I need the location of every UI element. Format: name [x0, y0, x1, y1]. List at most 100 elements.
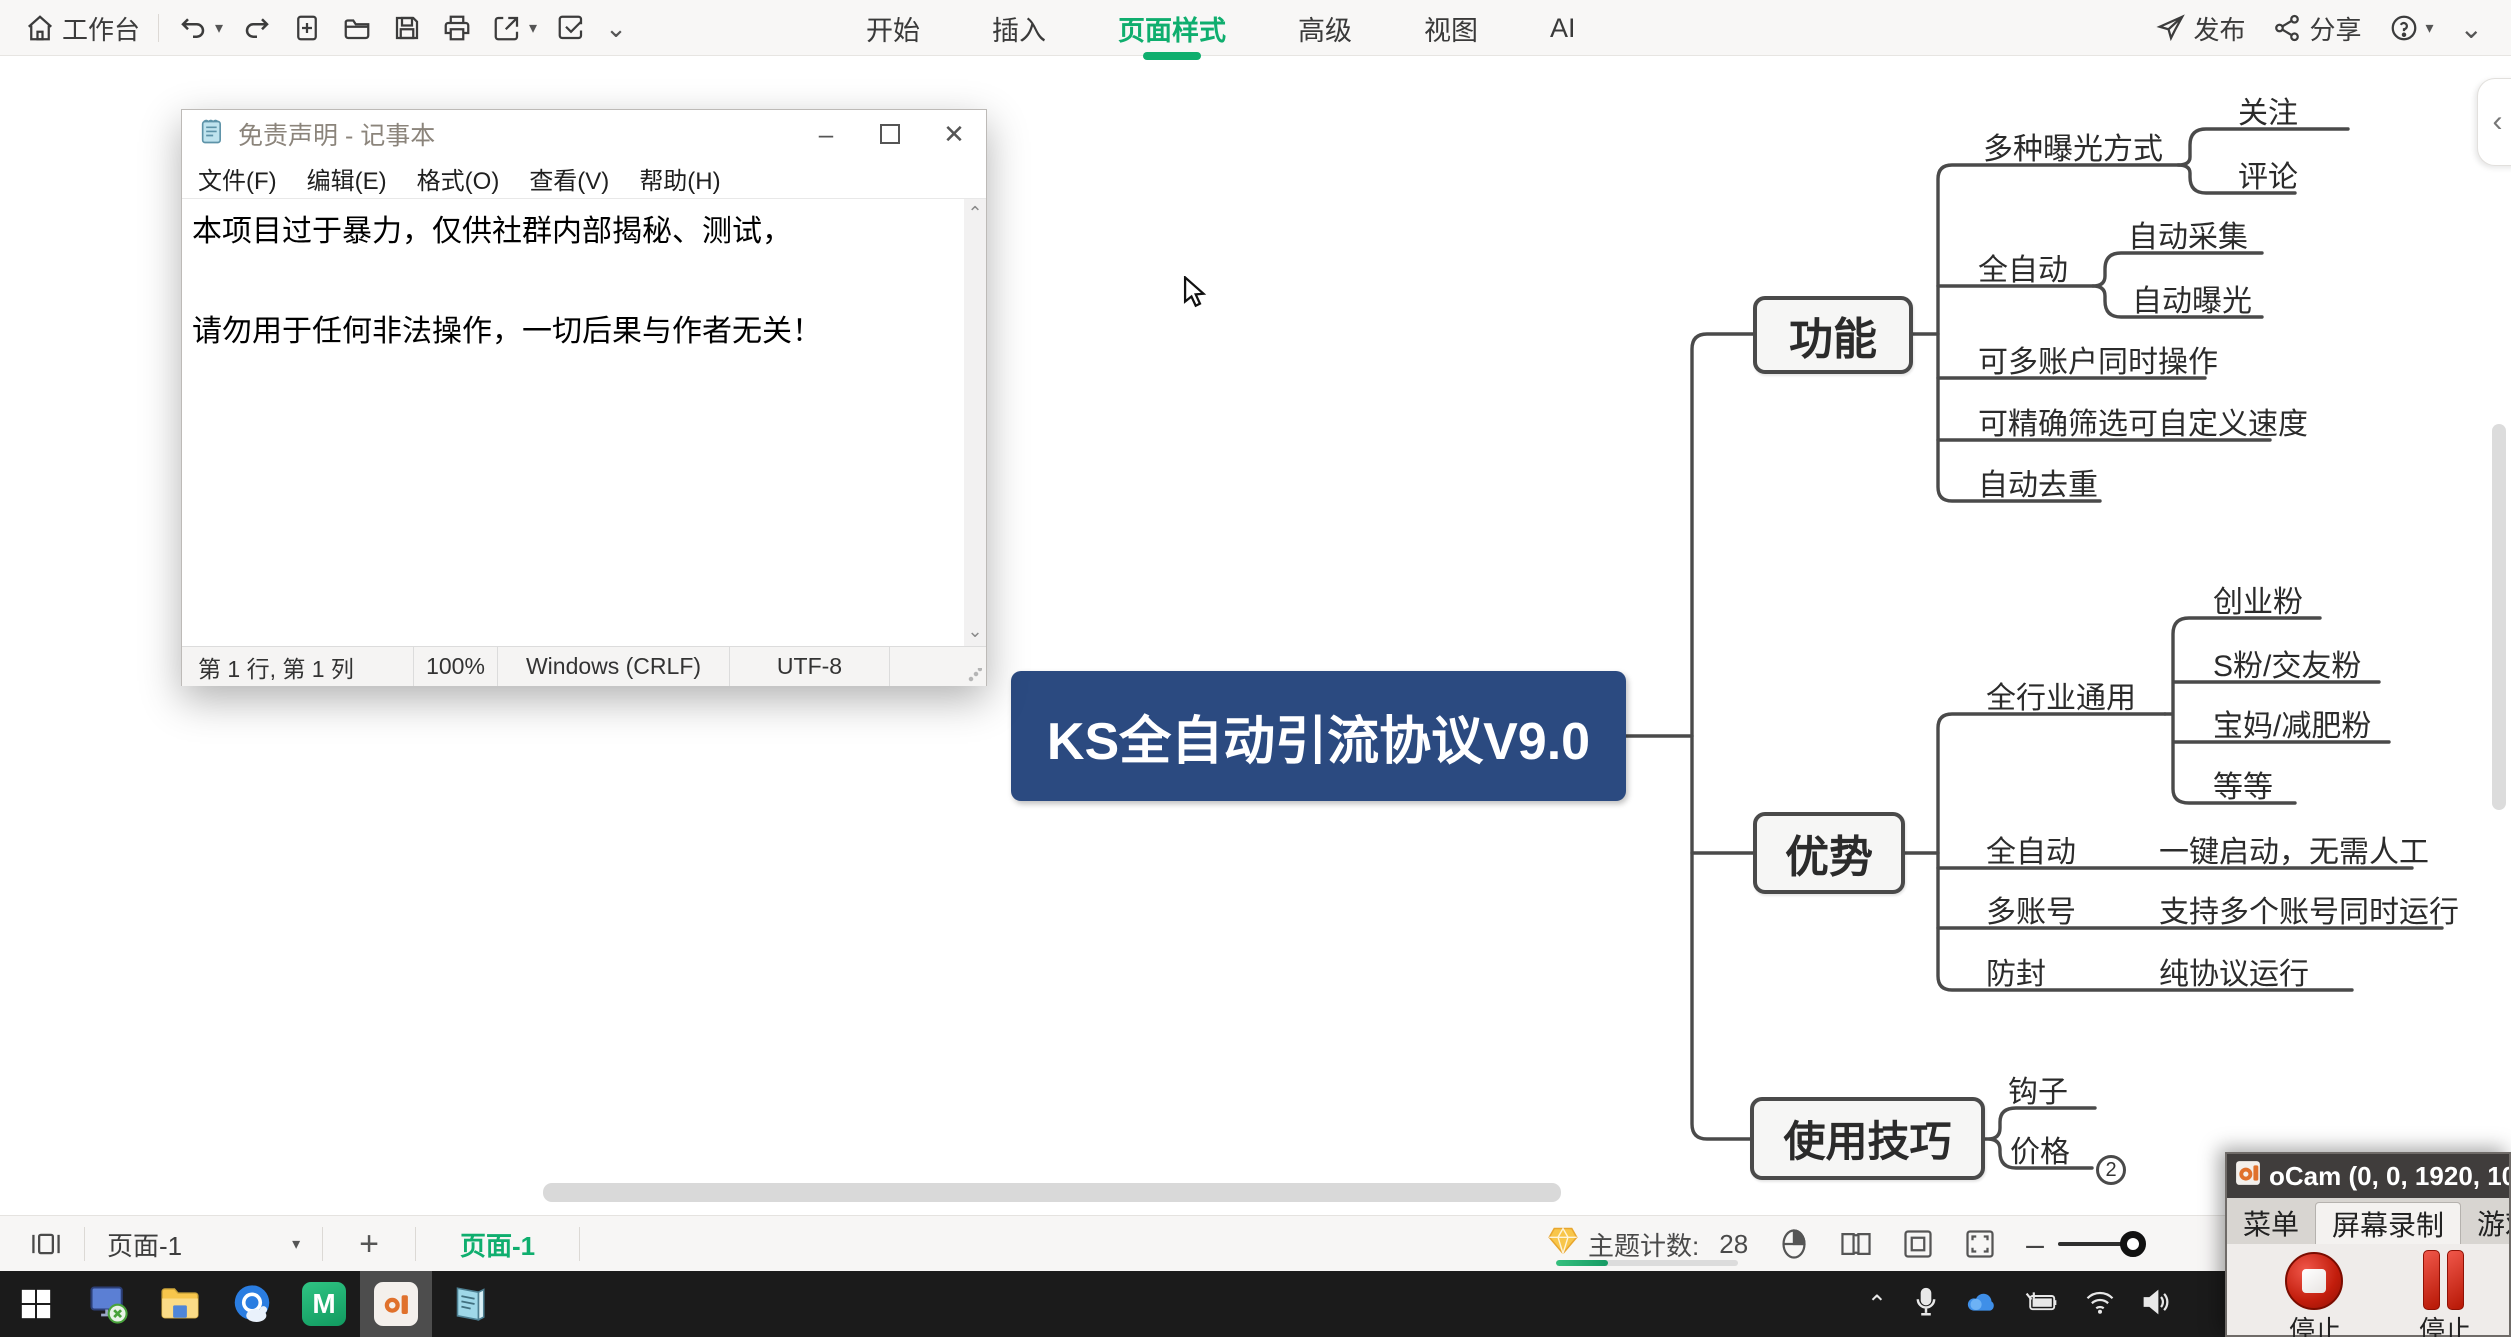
taskbar-remote-desktop-icon[interactable] — [72, 1271, 144, 1337]
mindmap-topic[interactable]: S粉/交友粉 — [2213, 641, 2361, 685]
pause-record-icon[interactable] — [2447, 1250, 2464, 1310]
ocam-tab-game[interactable]: 游戏 — [2461, 1202, 2509, 1244]
undo-caret-icon[interactable]: ▾ — [215, 18, 223, 38]
pages-overview-icon[interactable] — [30, 1228, 62, 1260]
resize-grip[interactable] — [968, 668, 982, 682]
scroll-down-icon[interactable]: ⌄ — [967, 617, 982, 646]
canvas-vertical-scrollbar[interactable] — [2492, 424, 2506, 810]
mindmap-topic[interactable]: 多账号 — [1986, 887, 2076, 931]
menu-help[interactable]: 帮助(H) — [639, 161, 720, 196]
mindmap-topic[interactable]: 可精确筛选可自定义速度 — [1978, 399, 2308, 443]
tab-ai[interactable]: AI — [1544, 5, 1582, 52]
mindmap-topic[interactable]: 价格 — [2010, 1127, 2070, 1171]
zoom-slider-knob[interactable] — [2120, 1231, 2146, 1257]
ocam-tab-screen-record[interactable]: 屏幕录制 — [2315, 1202, 2461, 1244]
mindmap-topic[interactable]: 自动曝光 — [2132, 276, 2252, 320]
active-page-tab[interactable]: 页面-1 — [438, 1226, 557, 1263]
mindmap-topic[interactable]: 自动采集 — [2128, 212, 2248, 256]
tab-advanced[interactable]: 高级 — [1292, 1, 1358, 56]
collapsed-children-badge[interactable]: 2 — [2096, 1155, 2126, 1185]
collapse-toolbar-button[interactable]: ⌄ — [2460, 12, 2483, 45]
canvas-horizontal-scrollbar[interactable] — [543, 1183, 1561, 1202]
mindmap-topic[interactable]: 全自动 — [1986, 827, 2076, 871]
mindmap-topic[interactable]: 全自动 — [1978, 245, 2068, 289]
help-button[interactable]: ▾ — [2388, 12, 2434, 44]
taskbar-notepad-icon[interactable] — [432, 1271, 504, 1337]
scroll-up-icon[interactable]: ⌃ — [967, 199, 982, 228]
add-page-button[interactable]: + — [345, 1225, 393, 1264]
menu-edit[interactable]: 编辑(E) — [307, 161, 387, 196]
mindmap-topic[interactable]: 防封 — [1986, 949, 2046, 993]
save-button[interactable] — [391, 12, 423, 44]
menu-file[interactable]: 文件(F) — [198, 161, 277, 196]
mindmap-branch-advantages[interactable]: 优势 — [1753, 812, 1905, 894]
import-check-button[interactable] — [555, 12, 587, 44]
mindmap-branch-tips[interactable]: 使用技巧 — [1750, 1097, 1985, 1180]
notepad-titlebar[interactable]: 免责声明 - 记事本 – ✕ — [182, 110, 986, 158]
battery-icon[interactable] — [2023, 1289, 2059, 1320]
export-caret-icon[interactable]: ▾ — [529, 18, 537, 38]
zoom-out-button[interactable]: – — [2026, 1226, 2044, 1263]
print-button[interactable] — [441, 12, 473, 44]
menu-format[interactable]: 格式(O) — [417, 161, 500, 196]
maximize-button[interactable] — [858, 110, 922, 158]
mindmap-topic[interactable]: 多种曝光方式 — [1983, 124, 2163, 168]
mindmap-topic[interactable]: 评论 — [2238, 152, 2298, 196]
volume-icon[interactable] — [2141, 1288, 2171, 1321]
outline-view-icon[interactable] — [1840, 1228, 1872, 1260]
tab-page-style[interactable]: 页面样式 — [1112, 1, 1232, 56]
mindmap-topic-note[interactable]: 纯协议运行 — [2159, 949, 2309, 993]
notepad-text-area[interactable]: 本项目过于暴力，仅供社群内部揭秘、测试， 请勿用于任何非法操作，一切后果与作者无… — [182, 198, 986, 646]
mindmap-topic[interactable]: 自动去重 — [1978, 460, 2098, 504]
menu-view[interactable]: 查看(V) — [529, 161, 609, 196]
notepad-scrollbar[interactable]: ⌃ ⌄ — [964, 199, 986, 646]
undo-button[interactable]: ▾ — [177, 12, 223, 44]
start-button[interactable] — [0, 1271, 72, 1337]
open-file-button[interactable] — [341, 12, 373, 44]
toolbar-more-button[interactable]: ⌄ — [605, 13, 627, 44]
panel-collapse-tab[interactable]: ‹ — [2477, 78, 2511, 166]
mindmap-topic[interactable]: 创业粉 — [2213, 577, 2303, 621]
export-button[interactable]: ▾ — [491, 12, 537, 44]
share-label: 分享 — [2309, 10, 2361, 47]
ocam-tab-menu[interactable]: 菜单 — [2227, 1202, 2315, 1244]
taskbar-browser-icon[interactable] — [216, 1271, 288, 1337]
fullscreen-icon[interactable] — [1964, 1228, 1996, 1260]
cloud-sync-icon[interactable] — [1965, 1289, 1997, 1320]
undo-icon — [177, 12, 209, 44]
wifi-icon[interactable] — [2085, 1289, 2115, 1320]
pause-record-icon[interactable] — [2423, 1250, 2440, 1310]
tray-expand-icon[interactable]: ⌃ — [1867, 1290, 1887, 1319]
mindmap-topic-note[interactable]: 支持多个账号同时运行 — [2159, 887, 2459, 931]
workspace-button[interactable]: 工作台 — [24, 10, 140, 47]
xmind-logo: M — [302, 1282, 346, 1326]
microphone-icon[interactable] — [1913, 1287, 1939, 1322]
redo-button[interactable] — [241, 12, 273, 44]
page-selector[interactable]: 页面-1 ▾ — [107, 1226, 300, 1263]
taskbar-file-explorer-icon[interactable] — [144, 1271, 216, 1337]
mindmap-root-topic[interactable]: KS全自动引流协议V9.0 — [1011, 671, 1626, 801]
mindmap-topic[interactable]: 等等 — [2213, 762, 2273, 806]
tab-insert[interactable]: 插入 — [986, 1, 1052, 56]
fit-to-screen-icon[interactable] — [1902, 1228, 1934, 1260]
mindmap-branch-features[interactable]: 功能 — [1753, 296, 1913, 374]
close-button[interactable]: ✕ — [922, 110, 986, 158]
tab-start[interactable]: 开始 — [860, 1, 926, 56]
mindmap-topic[interactable]: 全行业通用 — [1986, 673, 2136, 717]
publish-button[interactable]: 发布 — [2155, 10, 2245, 47]
mindmap-topic[interactable]: 可多账户同时操作 — [1978, 337, 2218, 381]
tab-view[interactable]: 视图 — [1418, 1, 1484, 56]
stop-record-icon[interactable] — [2285, 1252, 2343, 1310]
zoom-slider[interactable] — [2058, 1242, 2142, 1246]
minimize-button[interactable]: – — [794, 110, 858, 158]
mindmap-topic[interactable]: 关注 — [2238, 88, 2298, 132]
ocam-titlebar[interactable]: oCam (0, 0, 1920, 1080) — [2227, 1154, 2509, 1198]
share-button[interactable]: 分享 — [2271, 10, 2361, 47]
mindmap-topic[interactable]: 宝妈/减肥粉 — [2213, 701, 2371, 745]
mouse-mode-icon[interactable] — [1778, 1228, 1810, 1260]
mindmap-topic-note[interactable]: 一键启动，无需人工 — [2159, 827, 2429, 871]
new-file-button[interactable] — [291, 12, 323, 44]
taskbar-xmind-icon[interactable]: M — [288, 1271, 360, 1337]
mindmap-topic[interactable]: 钩子 — [2008, 1067, 2068, 1111]
taskbar-ocam-icon[interactable] — [360, 1271, 432, 1337]
